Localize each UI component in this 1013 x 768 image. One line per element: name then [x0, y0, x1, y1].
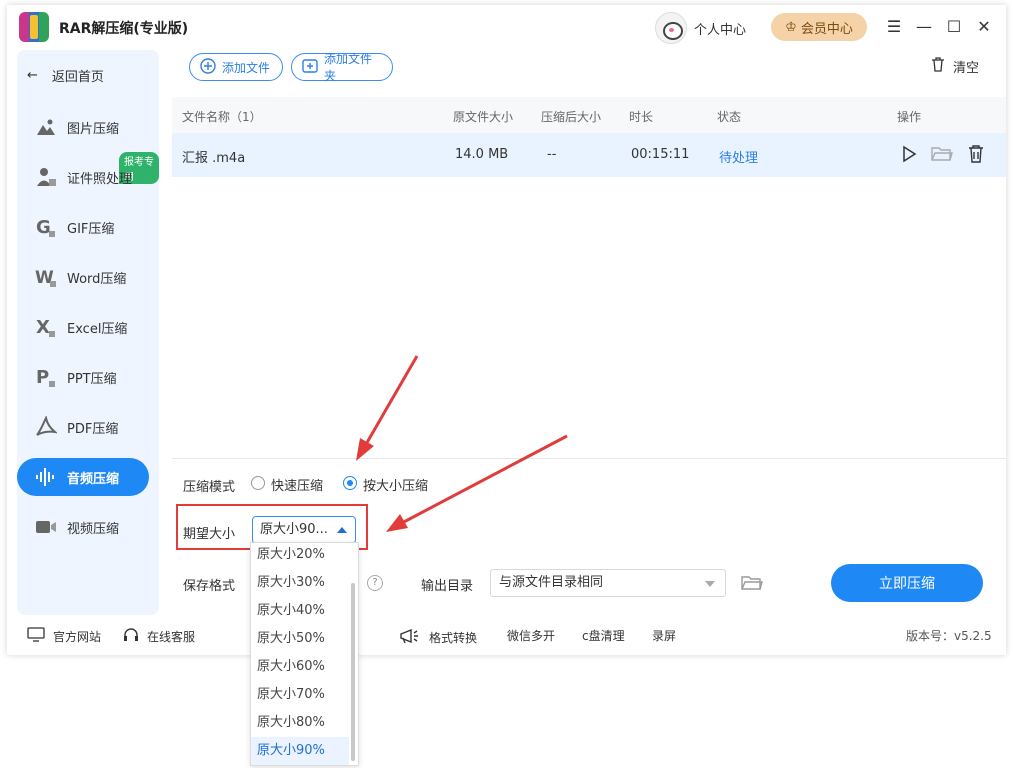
annotation-arrows — [356, 355, 568, 532]
